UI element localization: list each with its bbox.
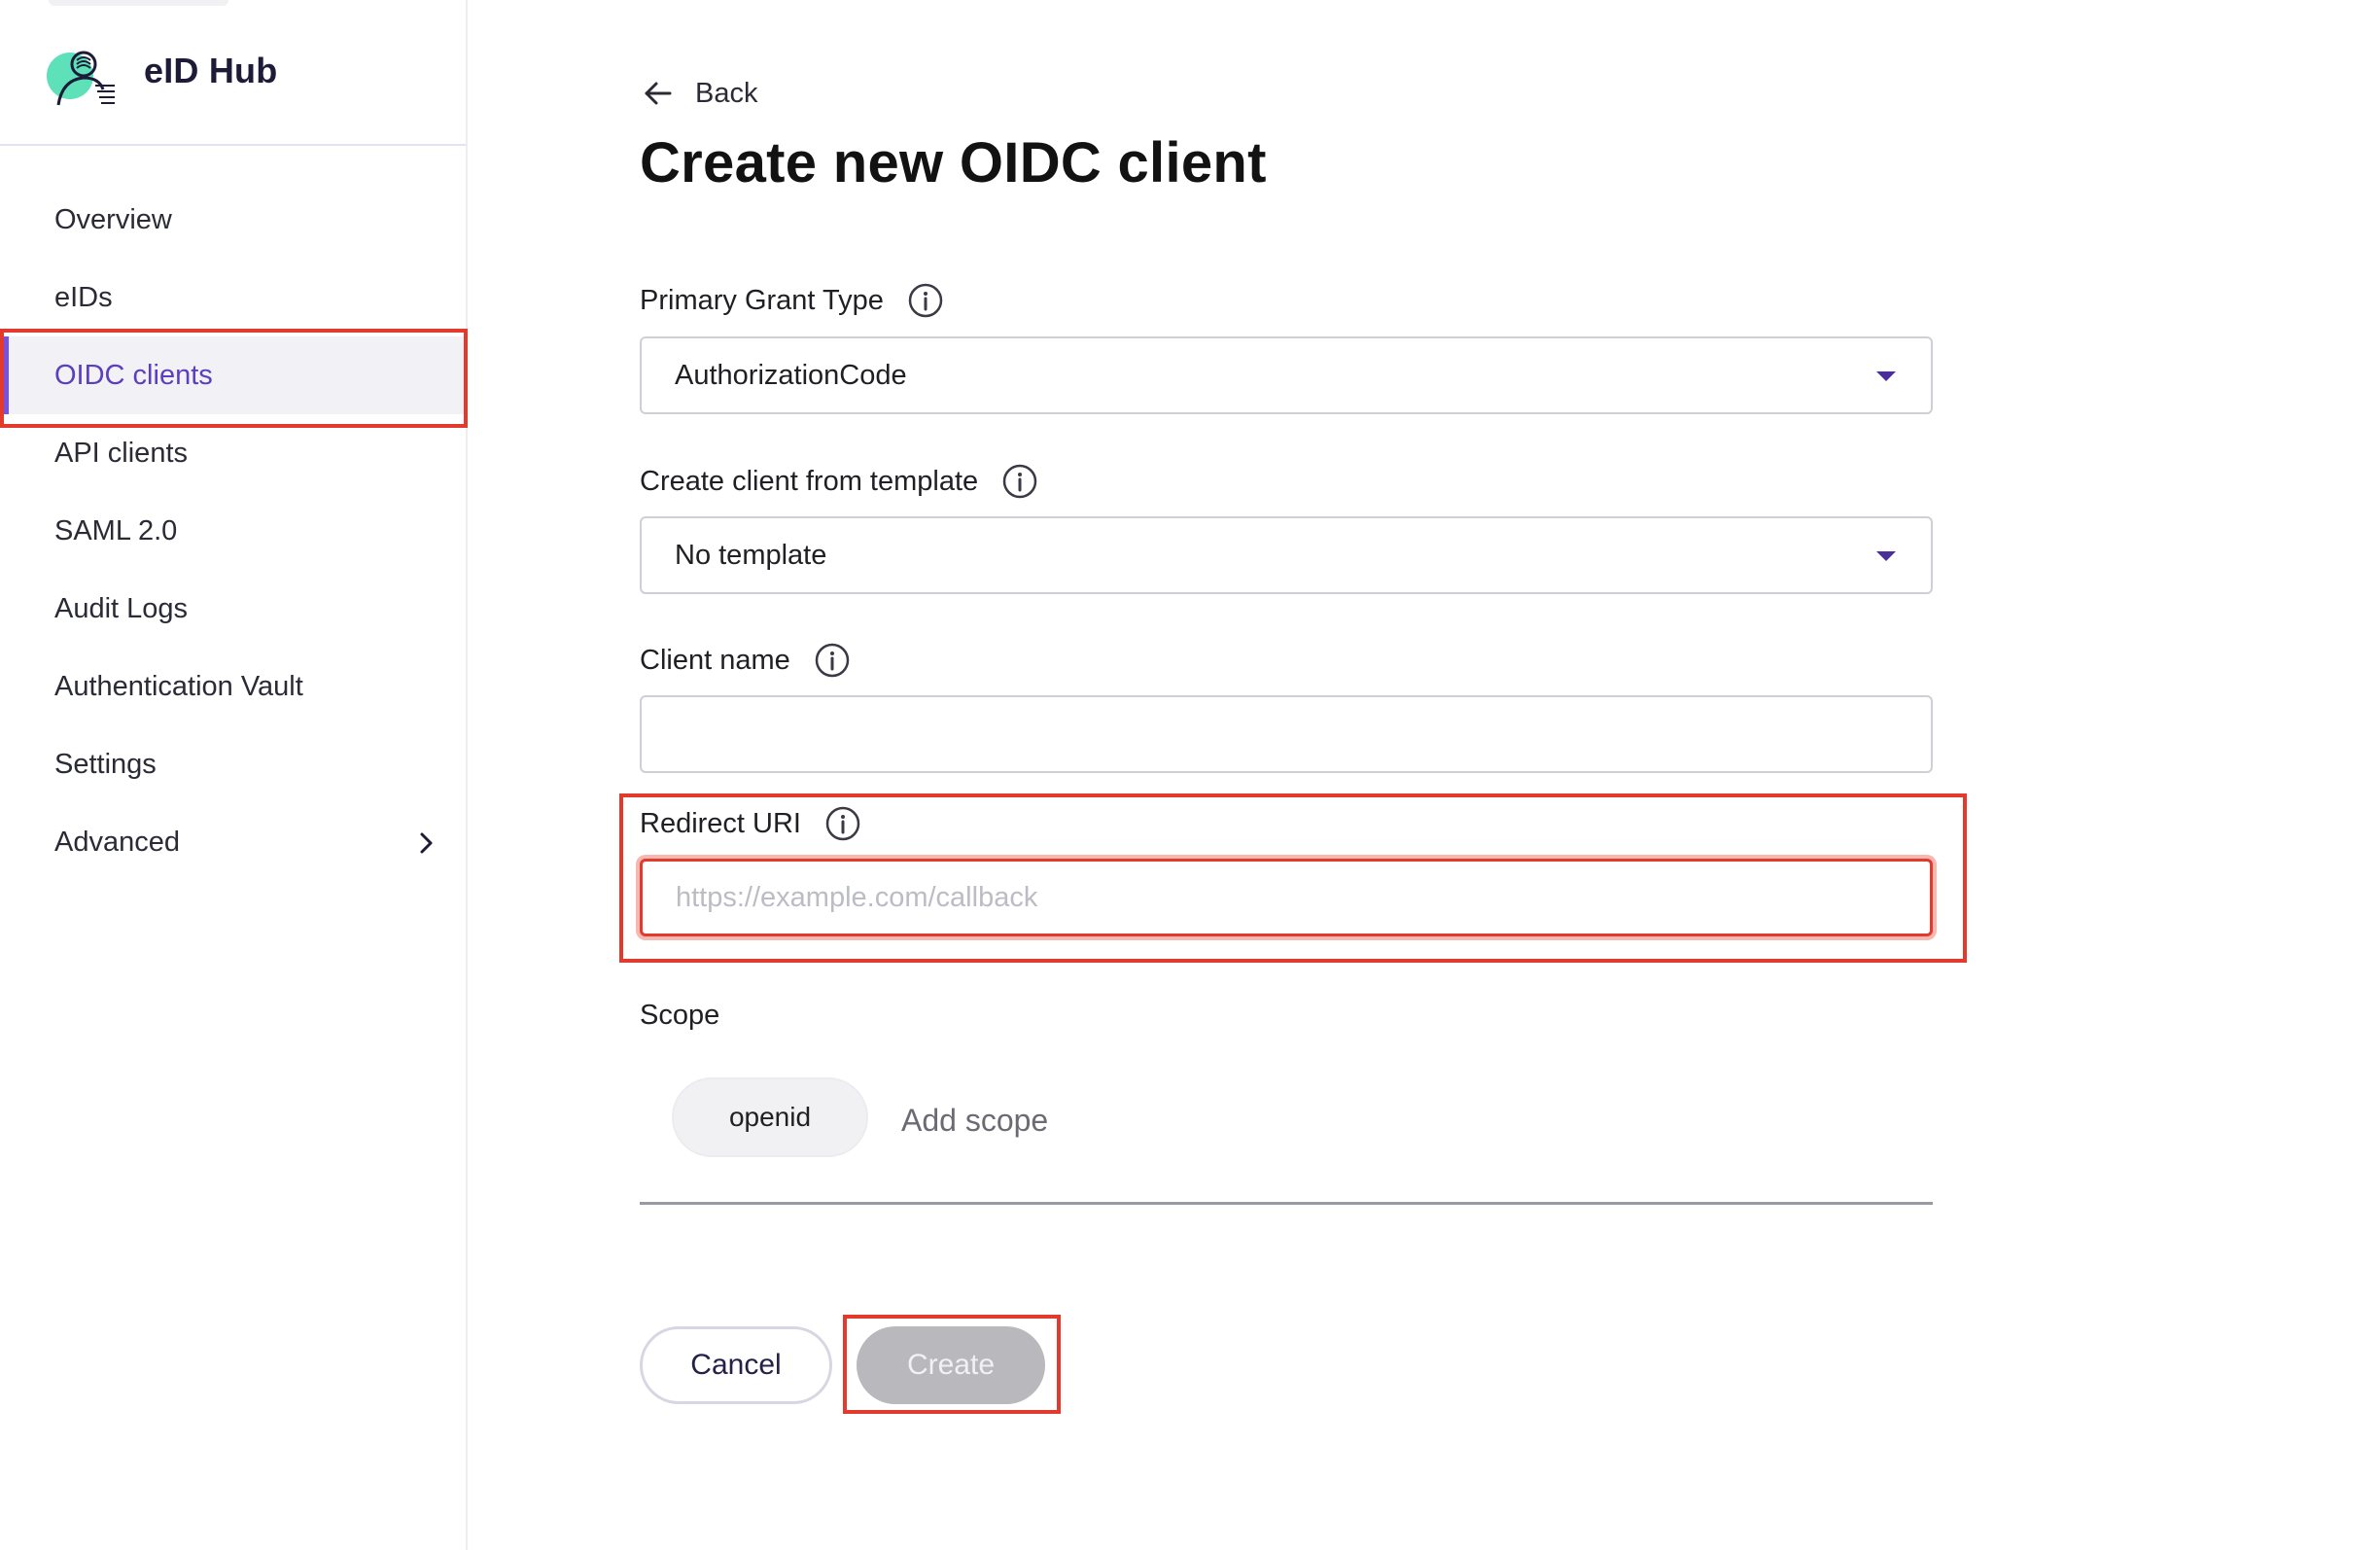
brand-logo-icon	[47, 51, 115, 106]
caret-down-icon	[1876, 551, 1896, 561]
chevron-right-icon[interactable]	[417, 830, 437, 856]
grant-type-value: AuthorizationCode	[675, 359, 907, 391]
info-icon[interactable]	[814, 642, 851, 679]
sidebar-item-saml[interactable]: SAML 2.0	[0, 492, 466, 570]
sidebar-item-audit-logs[interactable]: Audit Logs	[0, 570, 466, 648]
sidebar-item-authentication-vault[interactable]: Authentication Vault	[0, 648, 466, 725]
sidebar-item-label: Settings	[54, 748, 157, 780]
back-link[interactable]: Back	[643, 76, 757, 111]
redirect-uri-label: Redirect URI	[640, 805, 861, 842]
sidebar: eID Hub Overview eIDs OIDC clients API c…	[0, 0, 468, 1550]
sidebar-item-advanced[interactable]: Advanced	[0, 803, 466, 881]
main-content: Back Create new OIDC client Primary Gran…	[468, 0, 2380, 1550]
sidebar-item-label: Advanced	[54, 826, 180, 858]
template-label: Create client from template	[640, 463, 1038, 500]
info-icon[interactable]	[907, 282, 944, 319]
create-button[interactable]: Create	[857, 1326, 1045, 1404]
caret-down-icon	[1876, 371, 1896, 381]
sidebar-item-oidc-clients[interactable]: OIDC clients	[0, 336, 466, 414]
template-label-text: Create client from template	[640, 465, 979, 497]
arrow-left-icon	[645, 82, 672, 105]
client-name-input[interactable]	[640, 695, 1933, 773]
scope-field-underline	[640, 1202, 1933, 1205]
scope-label: Scope	[640, 1000, 720, 1031]
info-icon[interactable]	[1001, 463, 1038, 500]
page-title: Create new OIDC client	[640, 131, 1267, 194]
redirect-uri-placeholder: https://example.com/callback	[676, 881, 1038, 913]
app-window: eID Hub Overview eIDs OIDC clients API c…	[0, 0, 2380, 1550]
add-scope-input[interactable]: Add scope	[901, 1103, 1048, 1139]
sidebar-item-label: Overview	[54, 203, 172, 235]
scope-chip-openid[interactable]: openid	[672, 1077, 868, 1157]
redirect-uri-label-text: Redirect URI	[640, 807, 801, 839]
back-label: Back	[695, 77, 758, 109]
client-name-label-text: Client name	[640, 644, 790, 676]
info-icon[interactable]	[824, 805, 861, 842]
brand-header[interactable]: eID Hub	[0, 0, 466, 146]
template-value: No template	[675, 539, 827, 571]
sidebar-item-label: eIDs	[54, 281, 113, 313]
redirect-uri-input[interactable]: https://example.com/callback	[640, 859, 1933, 936]
sidebar-item-label: API clients	[54, 437, 188, 469]
sidebar-nav: Overview eIDs OIDC clients API clients S…	[0, 181, 466, 881]
client-name-label: Client name	[640, 642, 851, 679]
brand-name: eID Hub	[144, 51, 278, 90]
sidebar-item-api-clients[interactable]: API clients	[0, 414, 466, 492]
sidebar-item-label: SAML 2.0	[54, 514, 178, 546]
sidebar-item-label: Authentication Vault	[54, 670, 303, 702]
template-select[interactable]: No template	[640, 516, 1933, 594]
sidebar-item-eids[interactable]: eIDs	[0, 259, 466, 336]
cancel-button[interactable]: Cancel	[640, 1326, 832, 1404]
grant-type-select[interactable]: AuthorizationCode	[640, 336, 1933, 414]
scope-chip-label: openid	[728, 1102, 812, 1132]
sidebar-item-settings[interactable]: Settings	[0, 725, 466, 803]
sidebar-item-label: Audit Logs	[54, 592, 189, 624]
grant-type-label-text: Primary Grant Type	[640, 284, 884, 316]
sidebar-item-overview[interactable]: Overview	[0, 181, 466, 259]
sidebar-item-label: OIDC clients	[54, 359, 213, 391]
grant-type-label: Primary Grant Type	[640, 282, 944, 319]
